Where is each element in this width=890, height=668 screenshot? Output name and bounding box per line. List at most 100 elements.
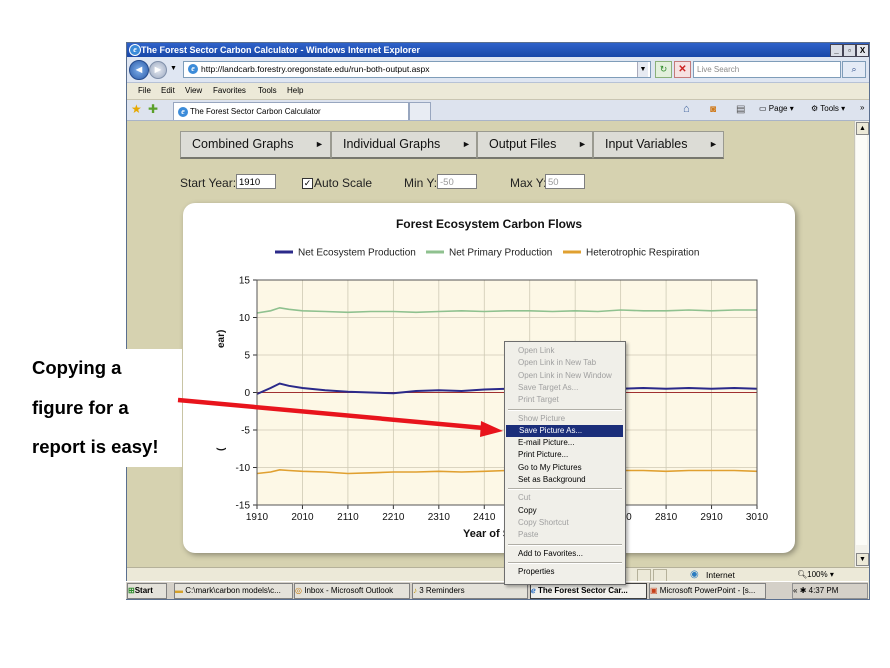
taskbar-item-powerpoint[interactable]: ▣ Microsoft PowerPoint - [s... — [649, 583, 766, 599]
new-tab-button[interactable] — [409, 102, 431, 120]
tab-page-icon: e — [177, 106, 189, 118]
menu-favorites[interactable]: Favorites — [213, 83, 246, 99]
menu-item-label: Open Link — [518, 346, 555, 355]
feeds-icon[interactable]: ◙ — [710, 104, 716, 115]
submenu-arrow-icon: ► — [315, 139, 324, 149]
start-button[interactable]: ⊞Start — [127, 583, 167, 599]
annotation-line-1: Copying a — [32, 357, 122, 378]
address-field[interactable]: e http://landcarb.forestry.oregonstate.e… — [183, 61, 651, 78]
close-button[interactable]: X — [856, 44, 869, 57]
menu-output-files[interactable]: Output Files ► — [477, 131, 593, 159]
y-tick-label: -10 — [236, 463, 251, 474]
favorites-star-icon[interactable]: ★ — [131, 102, 142, 116]
ie-taskbar-icon: ℯ — [531, 586, 536, 595]
zoom-control[interactable]: 🔍︎100% ▾ — [797, 568, 834, 582]
tab-forest-carbon[interactable]: e The Forest Sector Carbon Calculator — [173, 102, 409, 120]
menu-item-go-to-my-pictures[interactable]: Go to My Pictures — [505, 462, 625, 474]
taskbar-item-explorer[interactable]: ▬ C:\mark\carbon models\c... — [174, 583, 293, 599]
page-menu[interactable]: ▭ Page ▾ — [759, 104, 794, 113]
menu-item-save-target-as: Save Target As... — [505, 382, 625, 394]
search-icon[interactable]: ⌕ — [842, 61, 866, 78]
menu-item-set-as-background[interactable]: Set as Background — [505, 474, 625, 486]
output-files-label: Output Files — [489, 137, 557, 151]
menu-item-print-picture[interactable]: Print Picture... — [505, 449, 625, 461]
search-placeholder: Live Search — [697, 65, 740, 74]
menu-view[interactable]: View — [185, 83, 202, 99]
submenu-arrow-icon: ► — [462, 139, 471, 149]
globe-icon: ◉ — [690, 569, 699, 580]
menu-item-open-link-in-new-window: Open Link in New Window — [505, 370, 625, 382]
menu-item-e-mail-picture[interactable]: E-mail Picture... — [505, 437, 625, 449]
max-y-input[interactable]: 50 — [545, 174, 585, 189]
combined-graphs-label: Combined Graphs — [192, 137, 294, 151]
taskbar-item-reminders[interactable]: ♪ 3 Reminders — [412, 583, 528, 599]
taskbar-item-outlook[interactable]: ◎ Inbox - Microsoft Outlook — [294, 583, 410, 599]
scroll-down-icon[interactable]: ▼ — [856, 553, 869, 566]
menu-item-properties[interactable]: Properties — [505, 566, 625, 578]
y-tick-label: -5 — [241, 426, 250, 437]
maximize-button[interactable]: ▫ — [843, 44, 856, 57]
chevron-more-icon[interactable]: » — [860, 103, 864, 112]
menu-item-add-to-favorites[interactable]: Add to Favorites... — [505, 548, 625, 560]
menu-item-show-picture: Show Picture — [505, 413, 625, 425]
status-bar: ◉ Internet 🔍︎100% ▾ — [127, 567, 869, 582]
print-icon[interactable]: ▤ — [736, 104, 745, 115]
x-tick-label: 2110 — [337, 512, 359, 523]
chart-title: Forest Ecosystem Carbon Flows — [396, 217, 582, 231]
home-icon[interactable]: ⌂ — [683, 103, 690, 115]
menu-item-copy[interactable]: Copy — [505, 505, 625, 517]
menu-individual-graphs[interactable]: Individual Graphs ► — [331, 131, 477, 159]
vertical-scrollbar[interactable]: ▲ ▼ — [854, 121, 869, 567]
input-variables-label: Input Variables — [605, 137, 688, 151]
menu-separator — [508, 408, 622, 411]
auto-scale-label: Auto Scale — [314, 176, 373, 190]
menu-item-label: Show Picture — [518, 413, 566, 423]
stop-icon[interactable]: ✕ — [674, 61, 691, 78]
x-tick-label: 2010 — [291, 512, 314, 523]
history-dropdown-icon[interactable]: ▼ — [170, 65, 177, 72]
bell-icon: ♪ — [413, 586, 417, 595]
menu-tools[interactable]: Tools — [258, 83, 277, 99]
menu-item-label: Copy — [518, 505, 537, 515]
taskbar-item-ie[interactable]: ℯ The Forest Sector Car... — [530, 583, 647, 599]
menu-help[interactable]: Help — [287, 83, 303, 99]
menu-separator — [508, 488, 622, 491]
tools-menu-label: Tools — [820, 104, 839, 113]
browser-window: e The Forest Sector Carbon Calculator - … — [126, 42, 870, 600]
tools-menu[interactable]: ⚙ Tools ▾ — [811, 104, 845, 113]
x-tick-label: 2210 — [382, 512, 405, 523]
tray-expand-icon[interactable]: « — [793, 586, 797, 595]
minimize-button[interactable]: _ — [830, 44, 843, 57]
carbon-flows-chart[interactable]: Forest Ecosystem Carbon Flows Net Ecosys… — [183, 203, 795, 553]
menu-combined-graphs[interactable]: Combined Graphs ► — [180, 131, 331, 159]
search-input[interactable]: Live Search — [693, 61, 841, 78]
tab-title: The Forest Sector Carbon Calculator — [190, 107, 321, 116]
min-y-input[interactable]: -50 — [437, 174, 477, 189]
taskbar-item-label: 3 Reminders — [419, 586, 465, 595]
forward-button[interactable]: ► — [149, 61, 167, 79]
tab-row: ★ ✚ e The Forest Sector Carbon Calculato… — [127, 100, 869, 121]
y-tick-label: 15 — [239, 276, 251, 287]
page-menu-label: Page — [768, 104, 788, 113]
scroll-up-icon[interactable]: ▲ — [856, 122, 869, 135]
page-icon: e — [187, 63, 199, 75]
scroll-track[interactable] — [856, 135, 867, 545]
menu-input-variables[interactable]: Input Variables ► — [593, 131, 724, 159]
address-dropdown-icon[interactable]: ▼ — [637, 62, 648, 77]
menu-file[interactable]: File — [138, 83, 151, 99]
auto-scale-checkbox[interactable]: ✓ — [302, 178, 313, 189]
refresh-icon[interactable]: ↻ — [655, 61, 672, 78]
menu-item-save-picture-as[interactable]: Save Picture As... — [506, 424, 623, 437]
chart-panel[interactable]: Forest Ecosystem Carbon Flows Net Ecosys… — [183, 203, 795, 553]
add-favorite-icon[interactable]: ✚ — [148, 102, 158, 116]
menu-item-label: Copy Shortcut — [518, 517, 569, 527]
menu-item-label: Add to Favorites... — [518, 548, 583, 558]
menu-item-label: Open Link in New Window — [518, 370, 612, 380]
start-label: Start — [134, 586, 153, 595]
back-button[interactable]: ◄ — [129, 60, 149, 80]
tray-app-icon[interactable]: ✱ — [800, 586, 807, 595]
menu-item-open-link-in-new-tab: Open Link in New Tab — [505, 357, 625, 369]
start-year-input[interactable]: 1910 — [236, 174, 276, 189]
menu-item-label: Set as Background — [518, 475, 586, 484]
menu-edit[interactable]: Edit — [161, 83, 175, 99]
